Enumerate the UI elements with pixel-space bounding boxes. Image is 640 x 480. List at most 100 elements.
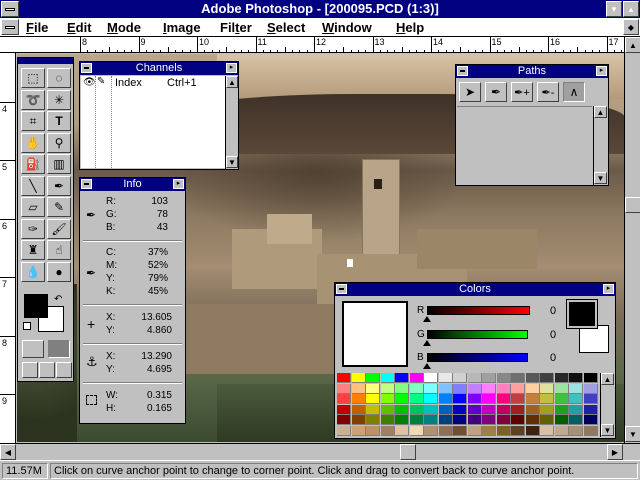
color-swatch[interactable] (395, 373, 409, 383)
color-swatch[interactable] (351, 373, 366, 383)
color-swatch[interactable] (511, 425, 525, 436)
color-swatch[interactable] (554, 415, 569, 425)
ellipse-marquee-tool-icon[interactable]: ◌ (47, 68, 71, 88)
color-swatch[interactable] (540, 373, 554, 383)
color-swatch[interactable] (467, 425, 482, 436)
color-swatch[interactable] (424, 383, 438, 394)
channels-scroll-up[interactable]: ▲ (226, 76, 238, 88)
color-swatch[interactable] (337, 415, 351, 425)
color-swatch[interactable] (511, 373, 525, 383)
color-swatch[interactable] (554, 425, 569, 436)
color-swatch[interactable] (453, 383, 467, 394)
color-swatch[interactable] (525, 394, 540, 404)
foreground-color-swatch[interactable] (24, 294, 48, 318)
menu-image[interactable]: Image (163, 20, 201, 35)
swatch-scroll-down[interactable]: ▼ (601, 424, 614, 436)
channels-close-button[interactable] (81, 63, 92, 73)
color-swatch[interactable] (540, 404, 554, 415)
foreground-color-box[interactable] (566, 299, 598, 329)
line-tool-icon[interactable]: ╲ (21, 175, 45, 196)
default-colors-icon[interactable] (23, 322, 31, 330)
channel-row[interactable]: 👁 ✎ Index Ctrl+1 (81, 76, 225, 90)
horizontal-scroll-thumb[interactable] (400, 444, 416, 460)
color-swatch[interactable] (569, 383, 583, 394)
color-swatch[interactable] (583, 394, 598, 404)
type-tool-icon[interactable]: T (47, 111, 71, 131)
vertical-scrollbar[interactable]: ▲ ▼ (624, 37, 640, 443)
color-swatch[interactable] (554, 394, 569, 404)
color-swatch[interactable] (482, 383, 496, 394)
horizontal-scrollbar[interactable]: ◀ ▶ (0, 443, 640, 460)
r-slider-handle[interactable] (423, 316, 431, 322)
color-swatch[interactable] (496, 404, 511, 415)
info-caption[interactable]: Info ▸ (80, 178, 185, 191)
colors-caption[interactable]: Colors ▸ (335, 283, 615, 296)
quick-mask-button[interactable] (48, 340, 70, 358)
color-swatch[interactable] (496, 394, 511, 404)
g-slider-handle[interactable] (423, 340, 431, 346)
fullscreen-button[interactable] (56, 362, 72, 378)
color-swatch[interactable] (569, 404, 583, 415)
color-swatch[interactable] (496, 415, 511, 425)
color-swatch[interactable] (496, 383, 511, 394)
color-swatch[interactable] (366, 394, 380, 404)
color-swatch[interactable] (525, 404, 540, 415)
color-swatch[interactable] (409, 373, 424, 383)
menu-filter[interactable]: Filter (220, 20, 252, 35)
color-swatch[interactable] (453, 373, 467, 383)
rect-marquee-tool-icon[interactable]: ⬚ (21, 68, 45, 88)
swap-colors-icon[interactable]: ↶ (54, 294, 62, 305)
color-swatch[interactable] (511, 383, 525, 394)
color-swatch[interactable] (525, 383, 540, 394)
b-slider-track[interactable] (427, 353, 528, 362)
window-mode-button[interactable] (22, 362, 38, 378)
g-slider-track[interactable] (427, 330, 528, 339)
color-swatch[interactable] (337, 404, 351, 415)
color-swatch[interactable] (511, 404, 525, 415)
zoom-tool-icon[interactable]: ⚲ (47, 132, 71, 153)
b-slider-handle[interactable] (423, 363, 431, 369)
color-swatch[interactable] (366, 383, 380, 394)
color-swatch[interactable] (467, 373, 482, 383)
color-swatch[interactable] (337, 373, 351, 383)
menu-mode[interactable]: Mode (107, 20, 141, 35)
color-swatch[interactable] (554, 373, 569, 383)
menu-help[interactable]: Help (396, 20, 424, 35)
info-close-button[interactable] (81, 179, 92, 189)
color-swatch[interactable] (351, 425, 366, 436)
vertical-scroll-thumb[interactable] (625, 197, 640, 213)
color-swatch[interactable] (569, 373, 583, 383)
colors-menu-button[interactable]: ▸ (603, 284, 614, 294)
color-swatch[interactable] (583, 415, 598, 425)
airbrush-tool-icon[interactable]: ✑ (21, 218, 45, 239)
color-swatch[interactable] (351, 383, 366, 394)
color-swatch[interactable] (511, 415, 525, 425)
channels-caption[interactable]: Channels ▸ (80, 62, 238, 75)
add-anchor-icon[interactable]: ✒+ (511, 82, 533, 102)
paths-scrollbar[interactable]: ▲ ▼ (593, 106, 607, 185)
color-swatch[interactable] (351, 404, 366, 415)
color-swatch[interactable] (424, 425, 438, 436)
remove-anchor-icon[interactable]: ✒- (537, 82, 559, 102)
color-swatch[interactable] (583, 373, 598, 383)
pen-tool-icon[interactable]: ✒ (485, 82, 507, 102)
lasso-tool-icon[interactable]: ➰ (21, 89, 45, 110)
color-swatch[interactable] (380, 425, 395, 436)
color-swatch[interactable] (467, 383, 482, 394)
hand-tool-icon[interactable]: ✋ (21, 132, 45, 153)
color-swatch[interactable] (366, 373, 380, 383)
color-swatch[interactable] (424, 394, 438, 404)
convert-point-icon[interactable]: ∧ (563, 82, 585, 102)
color-swatch[interactable] (467, 394, 482, 404)
color-swatch[interactable] (409, 383, 424, 394)
color-swatch[interactable] (525, 425, 540, 436)
color-swatch[interactable] (453, 425, 467, 436)
color-swatch[interactable] (380, 394, 395, 404)
color-swatch[interactable] (540, 415, 554, 425)
color-swatch[interactable] (482, 415, 496, 425)
scroll-left-button[interactable]: ◀ (0, 444, 16, 460)
magic-wand-tool-icon[interactable]: ✳ (47, 89, 71, 110)
color-swatch[interactable] (395, 425, 409, 436)
paths-scroll-up[interactable]: ▲ (594, 106, 607, 118)
gradient-tool-icon[interactable]: ▥ (47, 154, 71, 174)
